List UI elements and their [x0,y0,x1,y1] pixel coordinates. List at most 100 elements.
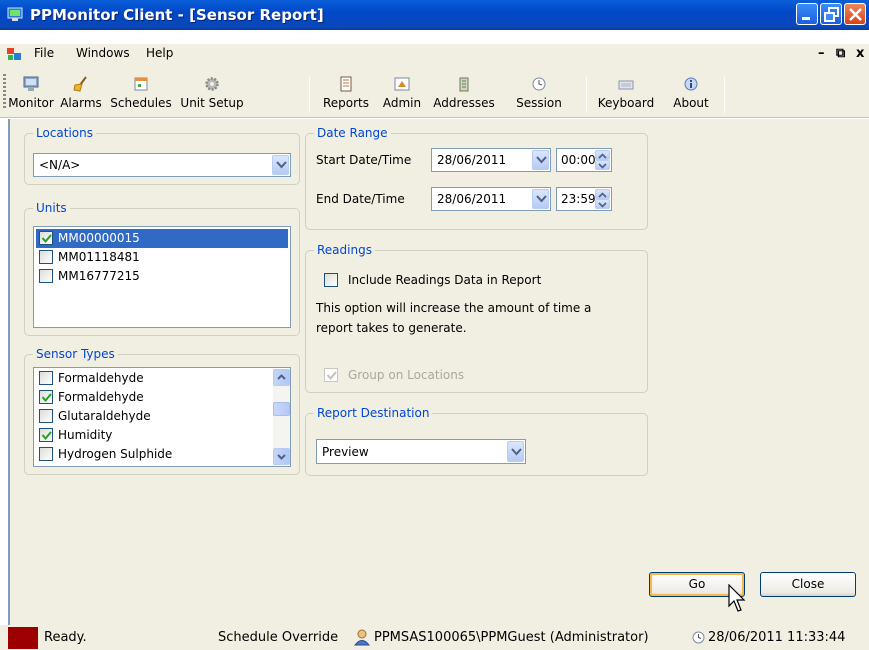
list-item[interactable]: Humidity [36,426,266,445]
include-readings-checkbox[interactable] [324,273,338,287]
mdi-child-border [0,119,10,625]
end-date-picker[interactable]: 28/06/2011 [431,187,551,211]
toolbar-about-button[interactable]: About [670,76,712,110]
scroll-thumb[interactable] [273,402,290,416]
toolbar-monitor-button[interactable]: Monitor [8,76,54,110]
start-date-picker[interactable]: 28/06/2011 [431,148,551,172]
mdi-close-button[interactable]: x [856,46,864,61]
go-button-label: Go [688,577,706,591]
list-item[interactable]: MM00000015 [36,229,288,248]
checkbox[interactable] [39,371,53,385]
end-date-dropdown-button[interactable] [532,189,549,209]
locations-value: <N/A> [39,158,81,172]
calendar-icon [134,77,148,91]
list-item[interactable]: MM01118481 [36,248,288,267]
unit-label: MM16777215 [58,269,140,283]
spin-up-button[interactable] [595,189,610,199]
toolbar-label: Keyboard [597,96,655,110]
scroll-down-button[interactable] [273,448,290,465]
list-item[interactable]: Formaldehyde [36,369,266,388]
sensor-type-label: Humidity [58,428,113,442]
scroll-up-button[interactable] [273,369,290,386]
spin-down-button[interactable] [595,160,610,170]
report-destination-legend: Report Destination [314,406,433,420]
mdi-child-icon [7,48,21,60]
start-date-dropdown-button[interactable] [532,150,549,170]
minimize-button[interactable] [796,3,818,25]
sensor-types-legend: Sensor Types [33,347,118,361]
end-time-spin-buttons[interactable] [595,189,610,209]
checkbox[interactable] [39,390,53,404]
toolbar-grip[interactable] [3,74,6,110]
toolbar-label: Schedules [110,96,172,110]
close-window-button[interactable] [844,3,866,25]
unit-label: MM00000015 [58,231,140,245]
checkbox[interactable] [39,269,53,283]
toolbar-addresses-button[interactable]: Addresses [431,76,497,110]
toolbar-admin-button[interactable]: Admin [379,76,425,110]
sensor-type-label: Formaldehyde [58,390,144,404]
units-list[interactable]: MM00000015 MM01118481 MM16777215 [33,226,291,328]
start-time-spin-buttons[interactable] [595,150,610,170]
report-destination-select[interactable]: Preview [316,439,526,464]
spin-down-button[interactable] [595,199,610,209]
close-icon [849,8,862,21]
mdi-minimize-button[interactable]: – [818,46,825,61]
title-bar[interactable]: PPMonitor Client - [Sensor Report] [0,0,869,30]
toolbar-reports-button[interactable]: Reports [317,76,375,110]
locations-select[interactable]: <N/A> [33,153,291,177]
toolbar-schedules-button[interactable]: Schedules [109,76,173,110]
checkmark-icon [326,371,337,381]
locations-dropdown-button[interactable] [272,155,289,175]
report-destination-value: Preview [322,444,369,459]
start-datetime-label: Start Date/Time [316,153,412,167]
list-item[interactable]: Glutaraldehyde [36,407,266,426]
spin-up-button[interactable] [595,150,610,160]
toolbar-separator [586,77,587,113]
report-destination-dropdown-button[interactable] [507,441,524,462]
sensor-type-label: Glutaraldehyde [58,409,151,423]
toolbar-label: Alarms [60,96,102,110]
menu-file[interactable]: File [34,46,54,60]
date-range-legend: Date Range [314,126,391,140]
checkbox[interactable] [39,428,53,442]
sensor-types-scrollbar[interactable] [273,369,290,465]
status-datetime: 28/06/2011 11:33:44 [708,630,846,645]
end-datetime-label: End Date/Time [316,192,405,206]
gear-icon [205,77,219,91]
list-item[interactable]: Hydrogen Sulphide [36,445,266,464]
toolbar-keyboard-button[interactable]: Keyboard [591,76,661,110]
checkbox[interactable] [39,447,53,461]
menu-windows[interactable]: Windows [76,46,130,60]
sensor-types-list[interactable]: Formaldehyde Formaldehyde Glutaraldehyde… [33,367,291,467]
toolbar-alarms-button[interactable]: Alarms [58,76,104,110]
close-button[interactable]: Close [760,572,856,597]
menu-help[interactable]: Help [146,46,173,60]
toolbar-session-button[interactable]: Session [503,76,575,110]
group-on-locations-checkbox[interactable] [324,368,338,382]
readings-group: Readings Include Readings Data in Report… [305,243,648,393]
mdi-restore-button[interactable]: ⧉ [836,46,845,61]
checkbox[interactable] [39,231,53,245]
chevron-down-icon [277,454,286,460]
checkbox[interactable] [39,409,53,423]
report-destination-group: Report Destination Preview [305,406,648,476]
include-readings-label[interactable]: Include Readings Data in Report [348,273,541,287]
chevron-up-icon [598,192,607,198]
mouse-cursor-icon [728,584,746,612]
chevron-down-icon [598,202,607,208]
units-legend: Units [33,201,70,215]
unit-label: MM01118481 [58,250,140,264]
toolbar-label: Addresses [433,96,495,110]
status-ready: Ready. [44,630,87,645]
end-time-spinner[interactable]: 23:59 [556,187,612,211]
sensor-types-group: Sensor Types Formaldehyde Formaldehyde G… [24,347,300,475]
toolbar-label: About [673,96,709,110]
list-item[interactable]: MM16777215 [36,267,288,286]
start-time-spinner[interactable]: 00:00 [556,148,612,172]
toolbar-unit-setup-button[interactable]: Unit Setup [178,76,246,110]
list-item[interactable]: Formaldehyde [36,388,266,407]
locations-group: Locations <N/A> [24,126,300,185]
restore-button[interactable] [820,3,842,25]
checkbox[interactable] [39,250,53,264]
